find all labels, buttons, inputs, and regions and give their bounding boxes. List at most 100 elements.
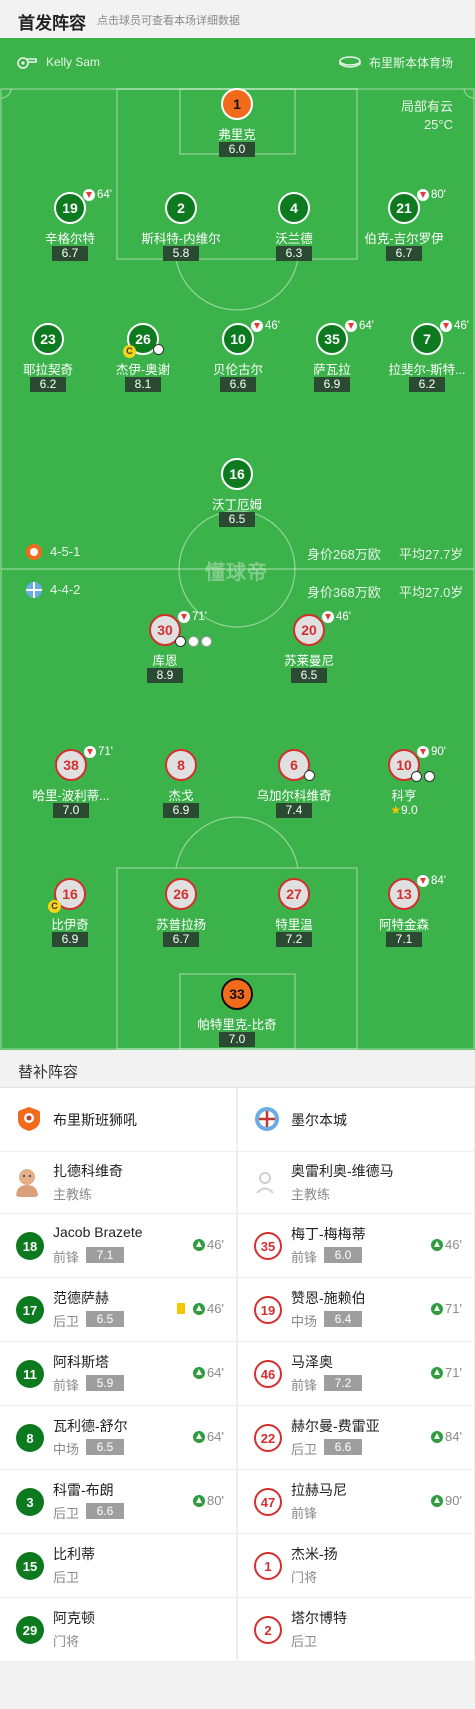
player-home-35[interactable]: 35 64' 萨瓦拉 6.9 xyxy=(277,320,387,397)
pitch: Kelly Sam 布里斯本体育场 局部有云 25°C 1 弗里克 6.0 19… xyxy=(0,38,475,1050)
player-rating-mvp: ★9.0 xyxy=(382,803,426,818)
sub-number: 29 xyxy=(16,1616,44,1644)
player-name: 科亨 xyxy=(391,789,417,803)
whistle-icon xyxy=(17,57,37,69)
sub-name: 拉赫马尼 xyxy=(291,1482,347,1498)
sub-row[interactable]: 29 阿克顿 门将 xyxy=(0,1598,236,1662)
sub-rating: 7.1 xyxy=(86,1247,124,1263)
player-away-6[interactable]: 6 乌加尔科维奇 7.4 xyxy=(239,749,349,823)
sub-on: 80' xyxy=(193,1493,224,1508)
player-away-26[interactable]: 26 苏普拉扬 6.7 xyxy=(126,878,236,952)
player-name: 帕特里克-比奇 xyxy=(197,1018,277,1032)
player-home-7[interactable]: 7 46' 拉斐尔-斯特... 6.2 xyxy=(372,320,475,397)
sub-minute: 90' xyxy=(431,746,446,758)
player-number: 20 xyxy=(293,614,325,646)
sub-rating: 6.6 xyxy=(86,1503,124,1519)
player-number: 26 xyxy=(165,878,197,910)
player-away-27[interactable]: 27 特里温 7.2 xyxy=(239,878,349,952)
player-away-16[interactable]: 16 C 比伊奇 6.9 xyxy=(15,878,125,952)
sub-minute: 46' xyxy=(445,1237,462,1252)
home-value: 身价268万欧 xyxy=(307,547,381,562)
away-subs-column: 墨尔本城 奥雷利奥-维德马 主教练 35 梅丁-梅梅蒂 前锋 6.0 46' 1… xyxy=(238,1088,474,1662)
player-rating: 6.5 xyxy=(291,668,327,683)
yellow-card-icon xyxy=(177,1303,186,1314)
player-away-8[interactable]: 8 杰戈 6.9 xyxy=(126,749,236,823)
sub-minute: 64' xyxy=(97,189,112,201)
sub-position: 门将 xyxy=(53,1634,80,1649)
sub-row[interactable]: 18 Jacob Brazete 前锋 7.1 46' xyxy=(0,1214,236,1278)
sub-rating: 6.0 xyxy=(324,1247,362,1263)
sub-name: 瓦利德-舒尔 xyxy=(53,1418,128,1434)
sub-name: 范德萨赫 xyxy=(53,1290,109,1306)
sub-off-icon xyxy=(345,320,357,332)
sub-name: 马泽奥 xyxy=(291,1354,333,1370)
referee: Kelly Sam xyxy=(16,54,100,70)
player-rating: 6.9 xyxy=(163,803,199,818)
sub-name: Jacob Brazete xyxy=(53,1224,143,1240)
player-number: 13 xyxy=(388,878,420,910)
goal-ball-icon xyxy=(175,636,186,647)
sub-number: 1 xyxy=(254,1552,282,1580)
player-home-16[interactable]: 16 沃丁厄姆 6.5 xyxy=(182,458,292,532)
away-team-header[interactable]: 墨尔本城 xyxy=(238,1088,474,1152)
referee-name: Kelly Sam xyxy=(46,55,101,69)
sub-row[interactable]: 8 瓦利德-舒尔 中场 6.5 64' xyxy=(0,1406,236,1470)
sub-row[interactable]: 17 范德萨赫 后卫 6.5 46' xyxy=(0,1278,236,1342)
sub-number: 3 xyxy=(16,1488,44,1516)
player-name: 库恩 xyxy=(152,654,178,668)
sub-minute: 90' xyxy=(445,1493,462,1508)
sub-row[interactable]: 15 比利蒂 后卫 xyxy=(0,1534,236,1598)
star-icon: ★ xyxy=(390,803,402,817)
away-crest-icon xyxy=(26,582,42,598)
player-away-30[interactable]: 30 71' 库恩 8.9 xyxy=(110,611,220,688)
player-away-20[interactable]: 20 46' 苏莱曼尼 6.5 xyxy=(254,611,364,688)
away-team-name: 墨尔本城 xyxy=(291,1112,347,1128)
player-home-19[interactable]: 19 64' 辛格尔特 6.7 xyxy=(15,189,125,266)
sub-row[interactable]: 3 科雷-布朗 后卫 6.6 80' xyxy=(0,1470,236,1534)
sub-rating: 7.2 xyxy=(324,1375,362,1391)
player-number: 16 xyxy=(221,458,253,490)
sub-row[interactable]: 35 梅丁-梅梅蒂 前锋 6.0 46' xyxy=(238,1214,474,1278)
player-rating: 6.7 xyxy=(163,932,199,947)
sub-number: 22 xyxy=(254,1424,282,1452)
player-name: 拉斐尔-斯特... xyxy=(388,363,466,377)
player-home-21[interactable]: 21 80' 伯克-吉尔罗伊 6.7 xyxy=(349,189,459,266)
player-name: 比伊奇 xyxy=(51,918,89,932)
player-rating: 6.6 xyxy=(220,377,256,392)
home-team-header[interactable]: 布里斯班狮吼 xyxy=(0,1088,236,1152)
sub-rating: 6.4 xyxy=(324,1311,362,1327)
player-name: 苏莱曼尼 xyxy=(283,654,334,668)
player-away-13[interactable]: 13 84' 阿特金森 7.1 xyxy=(349,875,459,952)
player-number: 1 xyxy=(221,88,253,120)
sub-off-icon xyxy=(417,875,429,887)
coach-role: 主教练 xyxy=(53,1187,93,1202)
sub-rating: 6.6 xyxy=(324,1439,362,1455)
sub-number: 2 xyxy=(254,1616,282,1644)
sub-name: 梅丁-梅梅蒂 xyxy=(291,1226,366,1242)
away-coach[interactable]: 奥雷利奥-维德马 主教练 xyxy=(238,1152,474,1214)
sub-row[interactable]: 19 赞恩-施赖伯 中场 6.4 71' xyxy=(238,1278,474,1342)
sub-row[interactable]: 46 马泽奥 前锋 7.2 71' xyxy=(238,1342,474,1406)
player-away-gk[interactable]: 33 帕特里克-比奇 7.0 xyxy=(182,978,292,1050)
player-home-gk[interactable]: 1 弗里克 6.0 xyxy=(182,88,292,162)
sub-row[interactable]: 2 塔尔博特 后卫 xyxy=(238,1598,474,1662)
player-home-4[interactable]: 4 沃兰德 6.3 xyxy=(239,192,349,266)
sub-off-icon xyxy=(417,746,429,758)
player-home-26[interactable]: 26 C 杰伊-奥谢 8.1 xyxy=(88,323,198,397)
sub-row[interactable]: 11 阿科斯塔 前锋 5.9 64' xyxy=(0,1342,236,1406)
sub-position: 前锋 xyxy=(291,1250,318,1265)
sub-position: 后卫 xyxy=(53,1506,80,1521)
player-name: 萨瓦拉 xyxy=(313,363,351,377)
player-home-2[interactable]: 2 斯科特-内维尔 5.8 xyxy=(126,192,236,266)
temperature: 25°C xyxy=(423,117,453,132)
player-rating: 7.0 xyxy=(219,1032,255,1047)
sub-row[interactable]: 1 杰米-扬 门将 xyxy=(238,1534,474,1598)
player-away-10[interactable]: 10 90' 科亨 ★9.0 xyxy=(349,746,459,823)
sub-row[interactable]: 47 拉赫马尼 前锋 90' xyxy=(238,1470,474,1534)
coach-name: 扎德科维奇 xyxy=(53,1163,123,1179)
sub-row[interactable]: 22 赫尔曼-费雷亚 后卫 6.6 84' xyxy=(238,1406,474,1470)
sub-number: 17 xyxy=(16,1296,44,1324)
player-rating: 6.3 xyxy=(276,246,312,261)
home-coach[interactable]: 扎德科维奇 主教练 xyxy=(0,1152,236,1214)
player-away-38[interactable]: 38 71' 哈里-波利蒂... 7.0 xyxy=(16,746,126,823)
